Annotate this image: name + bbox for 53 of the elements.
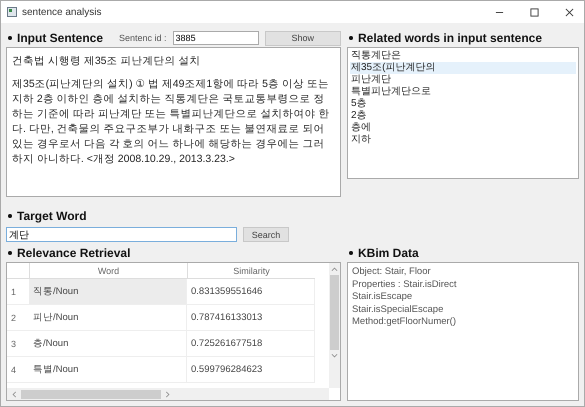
table-cell[interactable]: 0.599796284623 [187,357,315,383]
list-item[interactable]: 특별피난계단으로 [350,86,576,98]
id-field[interactable]: 3885 [172,31,259,45]
scroll-left-icon[interactable] [11,390,17,398]
column-header[interactable]: Similarity [187,263,315,279]
table-cell[interactable]: 피난/Noun [29,305,187,331]
row-number: 4 [7,357,29,383]
close-icon[interactable] [565,8,574,16]
search-button[interactable]: Search [243,227,289,242]
id-label: Sentenc id : [119,33,167,43]
list-item[interactable]: 지하 [350,134,576,146]
sentence-paragraph: 제35조(피난계단의 설치) ① 법 제49조제1항에 따라 5층 이상 또는 지하 2층 이하인 층에 설치하는 직통계단은 국토교통부령으로 정하는 기준에 따라 피난계단 또는 특별피난계단으로 설치하여야 한다. 다만, 건축물의 주요구조부가 내화구조 또는 불연재료로 되어 있는 경우로서 다음 각 호의 어느 하나에 해당하는 경우에는 그러하지 아니하다. <개정 2008.10.29., 2013.3.23.> [12,77,330,167]
sentence-paragraph: 건축법 시행령 제35조 피난계단의 설치 [12,54,202,69]
table-cell[interactable]: 특별/Noun [29,357,187,383]
vertical-scrollbar[interactable] [329,263,340,388]
scroll-right-icon[interactable] [165,390,171,398]
row-number: 2 [7,305,29,331]
bullet-icon [349,251,353,255]
maximize-icon[interactable] [530,8,539,16]
list-item[interactable]: 피난계단 [350,74,576,86]
data-line: Properties : Stair.isDirect [352,278,458,291]
list-item[interactable]: 5층 [350,98,576,110]
section-heading: Relevance Retrieval [17,246,130,260]
data-line: Object: Stair, Floor [352,266,432,278]
list-item[interactable]: 2층 [350,110,576,122]
section-heading: Target Word [17,209,87,223]
sentence-text-area[interactable] [6,47,341,197]
scroll-up-icon[interactable] [331,266,338,272]
table-cell[interactable]: 0.787416133013 [187,305,315,331]
bullet-icon [8,214,12,218]
list-item[interactable]: 층에 [350,122,576,134]
section-heading: Related words in input sentence [358,31,542,45]
app-icon [7,7,17,17]
row-number: 3 [7,331,29,357]
section-heading: Input Sentence [17,31,104,45]
table-cell[interactable]: 0.831359551646 [187,279,315,305]
list-item[interactable]: 직통계단은 [350,50,576,62]
bullet-icon [8,36,12,40]
data-line: Stair.isSpecialEscape [352,304,444,316]
list-item[interactable]: 제35조(피난계단의 [350,62,576,74]
section-heading: KBim Data [358,246,419,260]
bullet-icon [8,251,12,255]
data-line: Stair.isEscape [352,291,414,304]
window-title: sentence analysis [22,6,102,18]
target-word-field[interactable]: 계단 [6,227,237,242]
horizontal-scrollbar[interactable] [7,388,329,400]
data-line: Method:getFloorNumer() [352,316,458,328]
scroll-down-icon[interactable] [331,353,338,359]
bullet-icon [349,36,353,40]
show-button[interactable]: Show [264,30,341,46]
table-cell[interactable]: 0.725261677518 [187,331,315,357]
table-cell[interactable]: 직통/Noun [29,279,187,305]
table-cell[interactable]: 층/Noun [29,331,187,357]
